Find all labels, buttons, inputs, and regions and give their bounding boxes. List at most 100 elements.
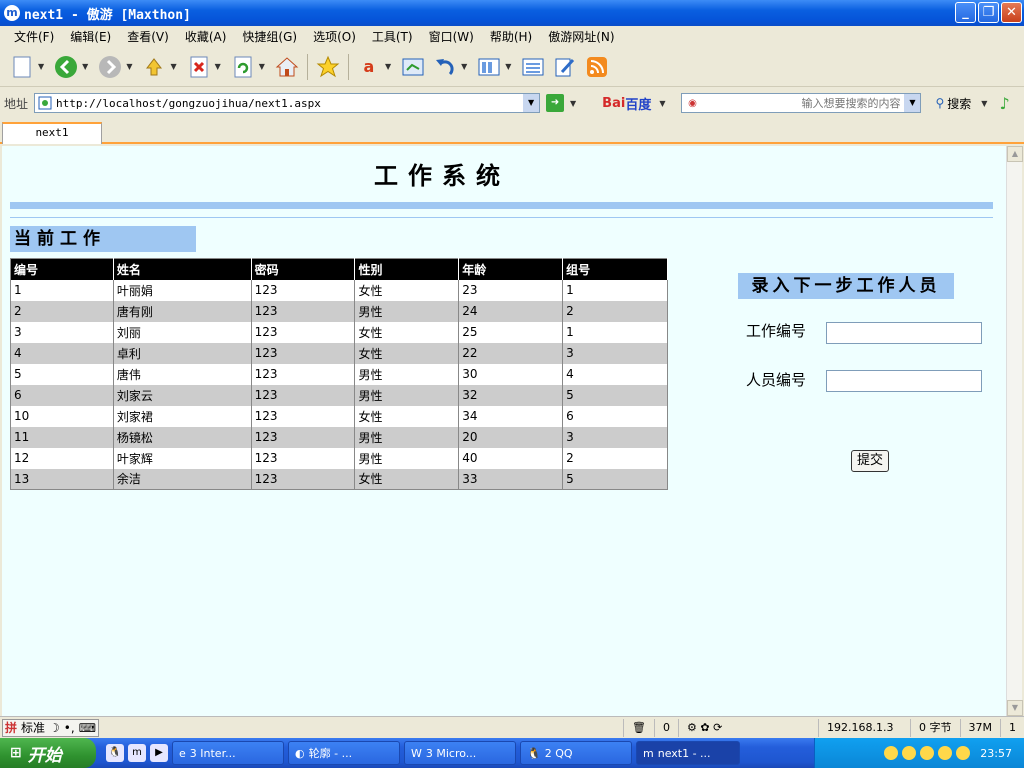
menu-tools[interactable]: 工具(T) [364, 28, 421, 45]
new-page-dropdown-icon[interactable]: ▼ [38, 62, 44, 71]
stop-dropdown-icon[interactable]: ▼ [215, 62, 221, 71]
taskbar-item-outline[interactable]: ◐ 轮廓 - ... [288, 741, 400, 765]
menu-maxthon-sites[interactable]: 傲游网址(N) [540, 28, 622, 45]
table-cell: 123 [251, 279, 356, 301]
menu-view[interactable]: 查看(V) [119, 28, 177, 45]
list-icon[interactable] [520, 54, 546, 80]
columns-icon[interactable] [476, 54, 502, 80]
menu-file[interactable]: 文件(F) [6, 28, 62, 45]
submit-button[interactable]: 提交 [851, 450, 889, 472]
table-row: 11 杨镜松 123 男性 20 3 [10, 426, 668, 448]
search-field[interactable]: ◉ ▼ [681, 93, 922, 113]
menu-options[interactable]: 选项(O) [305, 28, 364, 45]
home-icon[interactable] [274, 54, 300, 80]
stop-icon[interactable] [186, 54, 212, 80]
maxthon-logo-icon: m [4, 5, 20, 21]
back-icon[interactable] [53, 54, 79, 80]
forward-dropdown-icon[interactable]: ▼ [126, 62, 132, 71]
table-cell: 男性 [354, 447, 460, 469]
tab-next1[interactable]: next1 [2, 122, 102, 144]
clock[interactable]: 23:57 [980, 747, 1012, 760]
restore-button[interactable]: ❐ [978, 2, 999, 23]
scroll-down-icon[interactable]: ▼ [1007, 700, 1023, 716]
address-field[interactable]: ▼ [34, 93, 541, 113]
scroll-up-icon[interactable]: ▲ [1007, 146, 1023, 162]
search-button[interactable]: ⚲ 搜索 [935, 95, 971, 112]
taskbar-item-next1[interactable]: m next1 - ... [636, 741, 740, 765]
tray-icon[interactable] [902, 746, 917, 760]
taskbar-item-ie[interactable]: e3 Inter... [172, 741, 284, 765]
table-cell: 33 [458, 468, 564, 490]
start-button[interactable]: ⊞ 开始 [0, 738, 96, 768]
table-cell: 123 [251, 342, 356, 364]
search-dropdown-icon[interactable]: ▼ [904, 94, 921, 112]
url-dropdown-icon[interactable]: ▼ [523, 94, 540, 112]
taskbar-item-qq[interactable]: 🐧 2 QQ [520, 741, 632, 765]
ime-moon-icon[interactable]: ☽ [47, 721, 62, 735]
status-bar: 拼 标准 ☽ •, ⌨ 🗑 0 ⚙ ✿ ⟳ 192.168.1.3 0 字节 3… [0, 716, 1024, 738]
table-cell: 男性 [354, 300, 460, 322]
refresh-dropdown-icon[interactable]: ▼ [259, 62, 265, 71]
table-cell: 叶丽娟 [113, 279, 252, 301]
tray-icon[interactable] [938, 746, 953, 760]
refresh-icon[interactable] [230, 54, 256, 80]
taskbar-item-word[interactable]: W3 Micro... [404, 741, 516, 765]
menu-favorites[interactable]: 收藏(A) [177, 28, 235, 45]
minimize-button[interactable]: _ [955, 2, 976, 23]
tab-strip: next1 [0, 118, 1024, 144]
table-row: 4 卓利 123 女性 22 3 [10, 342, 668, 364]
search-engine-icon[interactable]: ◉ [682, 98, 702, 109]
ime-mode-label[interactable]: 标准 [19, 719, 47, 736]
music-note-icon[interactable]: ♪ [999, 94, 1009, 113]
vertical-scrollbar[interactable]: ▲ ▼ [1006, 146, 1023, 716]
popup-blocker-icon[interactable]: 🗑 [623, 719, 654, 737]
title-bar[interactable]: m next1 - 傲游 [Maxthon] _ ❐ ✕ [0, 0, 1024, 26]
popup-count: 0 [654, 719, 678, 737]
ime-bar[interactable]: 拼 标准 ☽ •, ⌨ [2, 718, 100, 737]
screen-icon[interactable] [400, 54, 426, 80]
close-button[interactable]: ✕ [1001, 2, 1022, 23]
back-dropdown-icon[interactable]: ▼ [82, 62, 88, 71]
up-dropdown-icon[interactable]: ▼ [170, 62, 176, 71]
work-id-input[interactable] [826, 322, 982, 344]
memory-usage: 37M [959, 719, 1001, 737]
new-page-icon[interactable] [9, 54, 35, 80]
menu-edit[interactable]: 编辑(E) [62, 28, 119, 45]
up-icon[interactable] [141, 54, 167, 80]
menu-window[interactable]: 窗口(W) [421, 28, 482, 45]
undo-dropdown-icon[interactable]: ▼ [461, 62, 467, 71]
url-input[interactable] [56, 96, 524, 110]
favorites-star-icon[interactable] [315, 54, 341, 80]
search-input[interactable] [702, 96, 905, 110]
qq-penguin-icon[interactable]: 🐧 [106, 744, 124, 762]
tray-icon[interactable] [884, 746, 899, 760]
go-button[interactable]: ➜ [546, 94, 565, 112]
columns-dropdown-icon[interactable]: ▼ [505, 62, 511, 71]
status-tools-icons[interactable]: ⚙ ✿ ⟳ [678, 719, 818, 737]
table-cell: 25 [458, 321, 564, 343]
window-title: next1 - 傲游 [Maxthon] [24, 7, 191, 23]
translate-dropdown-icon[interactable]: ▼ [385, 62, 391, 71]
search-button-dropdown-icon[interactable]: ▼ [981, 99, 987, 108]
menu-groups[interactable]: 快捷组(G) [234, 28, 305, 45]
menu-help[interactable]: 帮助(H) [482, 28, 540, 45]
edit-icon[interactable] [552, 54, 578, 80]
go-dropdown-icon[interactable]: ▼ [570, 99, 576, 108]
baidu-logo[interactable]: Bai 百度 [602, 94, 651, 113]
table-cell: 34 [458, 405, 564, 427]
ime-punctuation-icon[interactable]: •, [62, 721, 77, 735]
tray-icon[interactable] [956, 746, 971, 760]
rss-icon[interactable] [584, 54, 610, 80]
person-id-input[interactable] [826, 370, 982, 392]
table-cell: 2 [10, 300, 114, 322]
search-engine-dropdown-icon[interactable]: ▼ [659, 99, 665, 108]
ime-keyboard-icon[interactable]: ⌨ [77, 721, 98, 735]
maxthon-quick-icon[interactable]: m [128, 744, 146, 762]
translate-icon[interactable]: a [356, 54, 382, 80]
media-player-icon[interactable]: ▶ [150, 744, 168, 762]
ime-logo-icon[interactable]: 拼 [3, 719, 19, 736]
tray-icon[interactable] [920, 746, 935, 760]
table-cell: 123 [251, 447, 356, 469]
undo-icon[interactable] [432, 54, 458, 80]
forward-icon[interactable] [97, 54, 123, 80]
